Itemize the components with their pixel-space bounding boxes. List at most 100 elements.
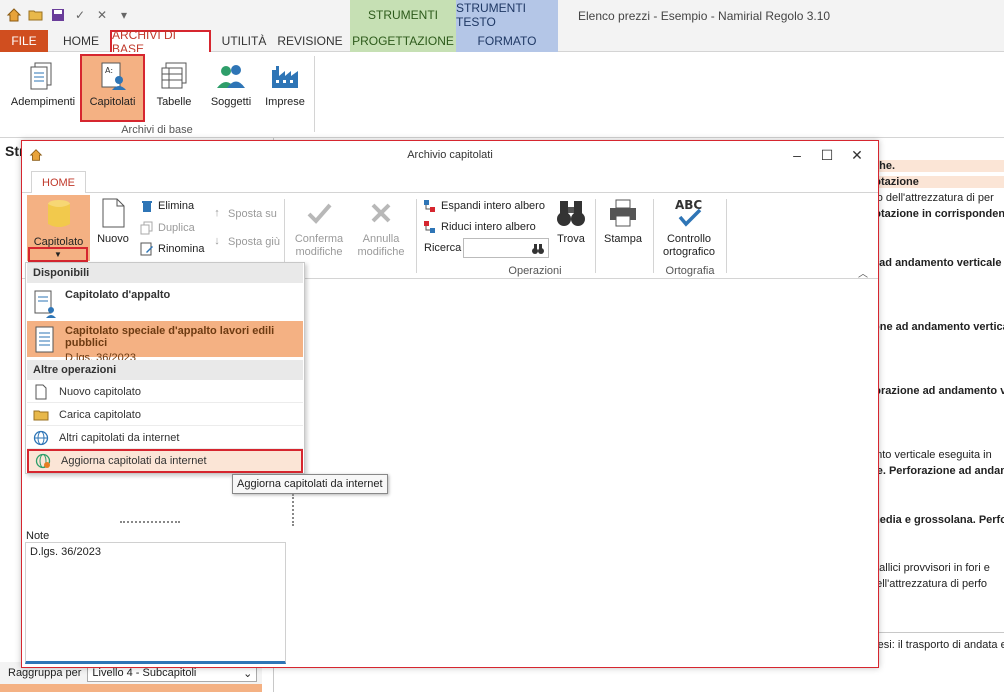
menu-item-altri-capitolati[interactable]: Altri capitolati da internet xyxy=(27,427,303,449)
main-tab-bar: FILE HOME ARCHIVI DI BASE UTILITÀ REVISI… xyxy=(0,28,1004,56)
riduci-albero-button[interactable]: Riduci intero albero xyxy=(423,220,536,234)
menu-item-title: Capitolato speciale d'appalto lavori edi… xyxy=(65,325,275,349)
raggruppa-value: Livello 4 - Subcapitoli xyxy=(92,667,197,679)
adempimenti-label: Adempimenti xyxy=(10,96,76,108)
table-icon xyxy=(161,62,187,89)
elimina-button[interactable]: Elimina xyxy=(140,199,194,213)
trova-button[interactable]: Trova xyxy=(555,197,587,246)
menu-item-label: Aggiorna capitolati da internet xyxy=(61,455,207,467)
menu-item-nuovo-capitolato[interactable]: Nuovo capitolato xyxy=(27,381,303,403)
close-icon[interactable]: ✕ xyxy=(94,7,110,23)
tooltip: Aggiorna capitolati da internet xyxy=(232,474,388,494)
capitolati-button[interactable]: A: Capitolati xyxy=(80,54,145,122)
content-line: ione ad andamento verticale xyxy=(870,321,1004,333)
dotted-divider xyxy=(292,494,294,526)
save-icon[interactable] xyxy=(50,7,66,23)
soggetti-button[interactable]: Soggetti xyxy=(206,56,256,116)
sposta-su-label: Sposta su xyxy=(228,208,277,220)
close-icon[interactable]: ✕ xyxy=(844,145,870,165)
note-textarea[interactable]: D.lgs. 36/2023 xyxy=(25,542,286,664)
content-line: e ad andamento verticale es xyxy=(870,257,1004,269)
rinomina-label: Rinomina xyxy=(158,243,205,255)
open-folder-icon[interactable] xyxy=(28,7,44,23)
adempimenti-button[interactable]: Adempimenti xyxy=(8,56,78,116)
ribbon-separator xyxy=(653,199,654,273)
cancel-icon xyxy=(371,203,391,223)
tab-file[interactable]: FILE xyxy=(0,30,48,52)
menu-item-carica-capitolato[interactable]: Carica capitolato xyxy=(27,404,303,426)
sposta-giu-button[interactable]: ↓ Sposta giù xyxy=(210,235,280,249)
controllo-label-2: ortografico xyxy=(663,246,715,258)
tab-home[interactable]: HOME xyxy=(56,30,106,52)
note-value: D.lgs. 36/2023 xyxy=(30,546,101,558)
binoculars-icon[interactable] xyxy=(531,242,545,256)
content-line: dell'attrezzatura di perfo xyxy=(870,578,988,590)
main-ribbon: Adempimenti A: Capitolati Tabelle Sogget… xyxy=(0,52,1004,138)
app-title: Elenco prezzi - Esempio - Namirial Regol… xyxy=(578,9,831,23)
content-line: rorazione ad andamento verti xyxy=(870,385,1004,397)
factory-icon xyxy=(272,66,298,88)
content-line: iche. xyxy=(870,160,1004,172)
menu-item-label: Altri capitolati da internet xyxy=(59,431,180,444)
new-document-icon xyxy=(35,384,47,399)
tab-formato[interactable]: FORMATO xyxy=(456,30,558,52)
capitolato-dropdown-arrow[interactable]: ▼ xyxy=(28,247,88,262)
tabelle-label: Tabelle xyxy=(156,96,192,108)
imprese-button[interactable]: Imprese xyxy=(262,56,308,116)
menu-item-capitolato-speciale[interactable]: Capitolato speciale d'appalto lavori edi… xyxy=(27,321,303,364)
menu-item-aggiorna-capitolati[interactable]: Aggiorna capitolati da internet xyxy=(27,449,303,473)
document-footer-text: resi: il trasporto di andata e r xyxy=(870,632,1004,662)
ribbon-separator xyxy=(416,199,417,273)
capitolato-button[interactable]: Capitolato ▼ xyxy=(27,195,90,262)
collapse-ribbon-icon[interactable]: ︿ xyxy=(858,265,868,280)
group-operazioni-label: Operazioni xyxy=(508,265,562,277)
controllo-ortografico-button[interactable]: ABC Controllo ortografico xyxy=(660,197,718,259)
tab-utilita[interactable]: UTILITÀ xyxy=(216,30,272,52)
sposta-giu-label: Sposta giù xyxy=(228,236,280,248)
espandi-label: Espandi intero albero xyxy=(441,200,545,212)
conferma-modifiche-button[interactable]: Conferma modifiche xyxy=(290,197,348,259)
ricerca-input[interactable] xyxy=(463,238,549,258)
espandi-albero-button[interactable]: Espandi intero albero xyxy=(423,199,545,213)
sposta-su-button[interactable]: ↑ Sposta su xyxy=(210,207,277,221)
content-line: ne. Perforazione ad andame xyxy=(870,465,1004,477)
rinomina-button[interactable]: Rinomina xyxy=(140,242,204,256)
ribbon-separator xyxy=(726,199,727,273)
tab-archivi-di-base[interactable]: ARCHIVI DI BASE xyxy=(110,28,211,56)
check-icon xyxy=(307,203,332,224)
content-line: media e grossolana. Perfora xyxy=(870,514,1004,526)
tab-progettazione[interactable]: PROGETTAZIONE xyxy=(350,30,456,52)
duplica-button[interactable]: Duplica xyxy=(140,221,195,235)
expand-tree-icon xyxy=(424,200,435,212)
tab-revisione[interactable]: REVISIONE xyxy=(277,30,342,52)
check-icon[interactable]: ✓ xyxy=(72,7,88,23)
menu-item-capitolato-appalto[interactable]: Capitolato d'appalto xyxy=(27,285,303,321)
database-icon xyxy=(47,200,70,227)
content-line: rotazione xyxy=(870,176,1004,188)
conferma-label-2: modifiche xyxy=(295,246,343,258)
raggruppa-label: Raggruppa per xyxy=(8,667,82,679)
arrow-up-icon: ↑ xyxy=(214,207,220,219)
arrow-down-icon: ↓ xyxy=(214,235,220,247)
menu-item-label: Nuovo capitolato xyxy=(59,385,141,398)
menu-item-label: Carica capitolato xyxy=(59,408,141,421)
customize-qat-icon[interactable]: ▾ xyxy=(116,7,132,23)
tabelle-button[interactable]: Tabelle xyxy=(150,56,198,116)
content-line: ento verticale eseguita in xyxy=(870,449,992,461)
annulla-label-2: modifiche xyxy=(357,246,405,258)
document-user-icon xyxy=(34,290,56,318)
annulla-modifiche-button[interactable]: Annulla modifiche xyxy=(352,197,410,259)
minimize-icon[interactable]: – xyxy=(784,145,810,165)
home-app-icon[interactable] xyxy=(6,7,22,23)
content-line: etallici provvisori in fori e xyxy=(870,562,990,574)
controllo-label-1: Controllo xyxy=(666,233,712,245)
stampa-button[interactable]: Stampa xyxy=(602,197,644,246)
content-line: rto dell'attrezzatura di per xyxy=(870,192,994,204)
trova-label: Trova xyxy=(557,233,585,245)
dialog-tab-home[interactable]: HOME xyxy=(31,171,86,194)
imprese-label: Imprese xyxy=(265,96,305,108)
title-bar: ✓ ✕ ▾ STRUMENTI STRUMENTI TESTO Elenco p… xyxy=(0,0,1004,30)
maximize-icon[interactable]: ☐ xyxy=(814,145,840,165)
ribbon-separator xyxy=(595,199,596,273)
nuovo-button[interactable]: Nuovo xyxy=(96,197,130,246)
